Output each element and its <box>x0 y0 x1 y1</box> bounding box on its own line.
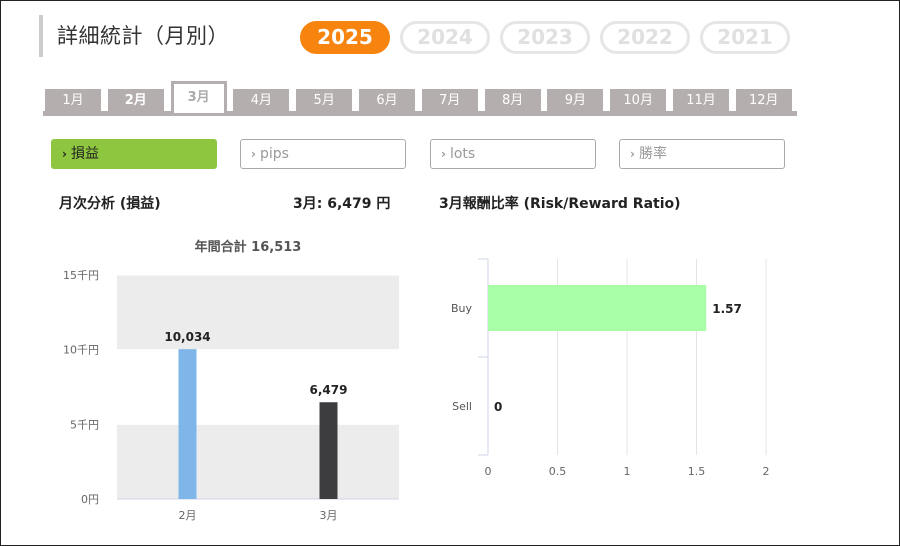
year-selector: 2025 2024 2023 2022 2021 <box>300 21 790 54</box>
x-tick-label: 2月 <box>179 509 197 522</box>
x-tick-label: 2 <box>763 465 770 478</box>
metric-button-label: pips <box>259 146 289 162</box>
chevron-right-icon: › <box>251 147 256 161</box>
month-tabs: 1月 2月 3月 4月 5月 6月 7月 8月 9月 10月 11月 12月 <box>43 81 797 116</box>
bar-2月[interactable] <box>178 349 197 499</box>
x-tick-label: 0.5 <box>549 465 567 478</box>
y-tick-label: 5千円 <box>70 418 99 431</box>
tab-month-1[interactable]: 1月 <box>45 89 101 113</box>
year-pill-2024[interactable]: 2024 <box>400 21 490 54</box>
metric-button-3[interactable]: › 勝率 <box>619 139 785 169</box>
bar-value-label: 6,479 <box>310 383 348 397</box>
metric-button-1[interactable]: › pips <box>240 139 406 169</box>
metric-button-0[interactable]: › 損益 <box>51 139 217 169</box>
chevron-right-icon: › <box>441 147 446 161</box>
y-tick-label: 0円 <box>81 493 99 506</box>
metric-button-label: 勝率 <box>638 146 667 162</box>
bar-Buy[interactable] <box>488 285 707 331</box>
x-tick-label: 1 <box>624 465 631 478</box>
plot-band <box>117 349 399 425</box>
tab-month-11[interactable]: 11月 <box>673 89 729 113</box>
tab-month-7[interactable]: 7月 <box>421 89 478 113</box>
tab-month-8[interactable]: 8月 <box>484 89 541 113</box>
tab-month-12[interactable]: 12月 <box>735 89 792 113</box>
year-pill-2023[interactable]: 2023 <box>500 21 590 54</box>
plot-band <box>117 424 399 499</box>
bar-value-label: 1.57 <box>712 302 742 316</box>
bar-value-label: 0 <box>494 400 502 414</box>
category-label: Sell <box>452 400 472 413</box>
rr-ratio-title: 3月報酬比率 (Risk/Reward Ratio) <box>439 196 681 212</box>
monthly-analysis-title: 月次分析 (損益) <box>59 196 161 212</box>
tab-month-9[interactable]: 9月 <box>547 89 604 113</box>
year-pill-2025[interactable]: 2025 <box>300 21 390 54</box>
y-tick-label: 10千円 <box>63 344 99 357</box>
tab-month-2[interactable]: 2月 <box>107 89 164 113</box>
plot-band <box>117 275 399 350</box>
tab-month-4[interactable]: 4月 <box>233 89 290 113</box>
tab-month-3[interactable]: 3月 <box>170 81 227 113</box>
chart-title: 年間合計 16,513 <box>195 239 302 255</box>
risk-reward-chart: 0 0.5 1 1.5 2 Buy 1.57 Sell 0 <box>451 258 770 478</box>
page-title: 詳細統計（月別） <box>39 15 229 57</box>
page-frame: 詳細統計（月別） 2025 2024 2023 2022 2021 1月 2月 3月 4月 5月… <box>0 0 900 546</box>
metric-button-2[interactable]: › lots <box>430 139 596 169</box>
tab-month-10[interactable]: 10月 <box>610 89 667 113</box>
chevron-right-icon: › <box>62 147 67 161</box>
tab-month-5[interactable]: 5月 <box>296 89 353 113</box>
chevron-right-icon: › <box>630 147 635 161</box>
tab-month-6[interactable]: 6月 <box>359 89 415 113</box>
month-total-value: 3月: 6,479 円 <box>293 196 391 212</box>
bar-value-label: 10,034 <box>164 330 210 344</box>
monthly-pnl-chart: 年間合計 16,513 0円 5千円 10千円 15千円 10,034 2月 6,479 3月 <box>63 239 399 522</box>
bar-3月[interactable] <box>319 402 338 499</box>
year-pill-2021[interactable]: 2021 <box>700 21 790 54</box>
y-tick-label: 15千円 <box>63 269 99 282</box>
metric-button-label: 損益 <box>70 146 99 162</box>
x-tick-label: 1.5 <box>688 465 706 478</box>
category-label: Buy <box>451 302 473 315</box>
x-tick-label: 3月 <box>320 509 338 522</box>
x-tick-label: 0 <box>485 465 492 478</box>
metric-button-label: lots <box>449 146 476 162</box>
year-pill-2022[interactable]: 2022 <box>600 21 690 54</box>
